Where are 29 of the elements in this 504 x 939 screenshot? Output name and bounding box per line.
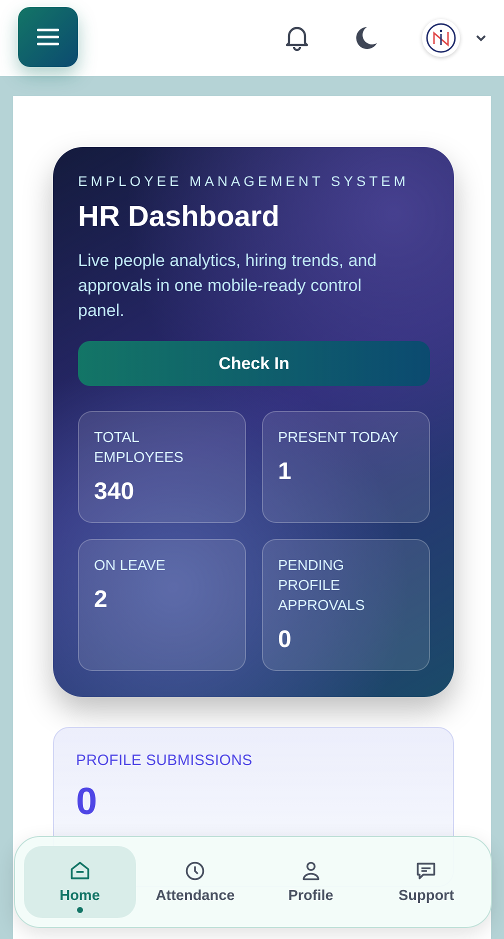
stat-label: TOTAL EMPLOYEES [94,429,184,468]
menu-button[interactable] [18,7,78,67]
nav-tab[interactable]: Attendance [140,846,251,918]
nav-tab[interactable]: Home [24,846,136,918]
nav-tab[interactable]: Profile [255,846,366,918]
stat-label: PENDING PROFILE APPROVALS [278,557,366,616]
home-icon [68,860,91,882]
person-icon [300,860,322,882]
stat-label: PRESENT TODAY [278,429,400,448]
description-text: Live people analytics, hiring trends, and approvals in one mobile-ready control panel. [78,250,378,322]
stat-value: 2 [94,586,108,614]
stat-value: 340 [94,478,136,506]
clock-icon [184,860,206,882]
check-in-button[interactable]: Check In [78,341,430,386]
active-dot [76,907,83,913]
notification-bell-icon[interactable] [284,24,310,52]
dashboard-title: HR Dashboard [78,201,280,234]
chat-bubble-icon [415,860,438,882]
stat-label: ON LEAVE [94,557,166,576]
eyebrow-text: EMPLOYEE MANAGEMENT SYSTEM [78,173,410,189]
metric-value: 0 [76,781,98,824]
user-avatar[interactable] [422,19,460,57]
nav-tab[interactable]: Support [370,846,482,918]
stat-value: 0 [278,626,292,654]
metric-label: PROFILE SUBMISSIONS [76,752,254,769]
chevron-down-icon[interactable] [476,34,486,42]
stat-value: 1 [278,458,292,486]
moon-icon[interactable] [354,26,378,50]
menu-icon [37,28,59,46]
